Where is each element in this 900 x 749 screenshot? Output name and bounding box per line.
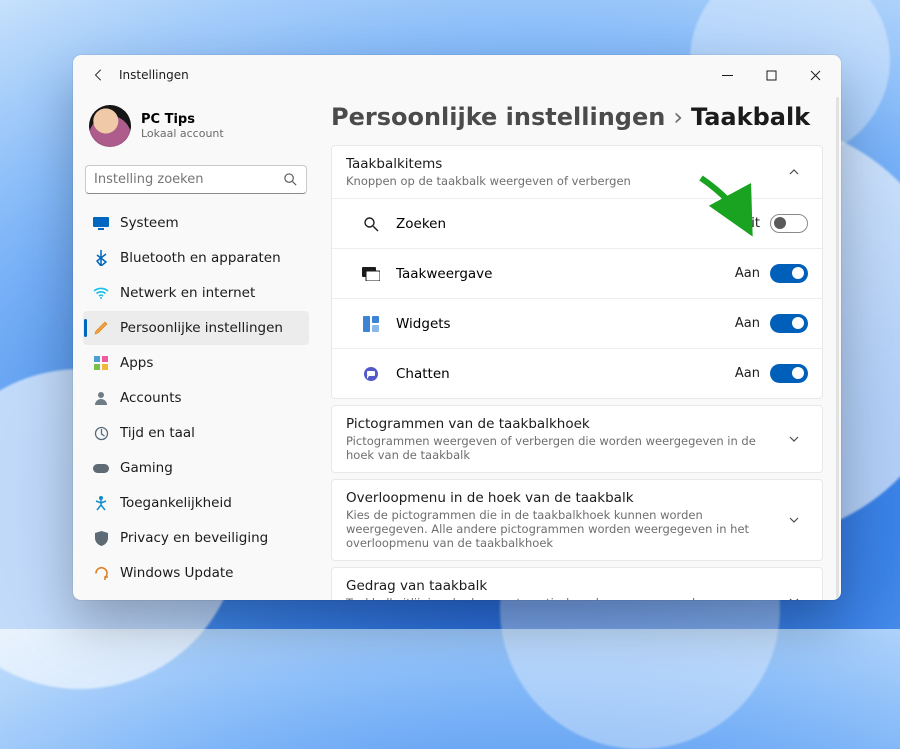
search-input-wrapper[interactable] [85,165,307,194]
minimize-button[interactable] [705,59,749,91]
gamepad-icon [93,460,109,476]
sidebar-item-label: Toegankelijkheid [120,495,232,511]
breadcrumb-current: Taakbalk [691,103,810,131]
row-taskview: Taakweergave Aan [332,248,822,298]
sidebar-item-accounts[interactable]: Accounts [83,381,309,415]
sidebar-item-apps[interactable]: Apps [83,346,309,380]
sidebar-item-label: Bluetooth en apparaten [120,250,281,266]
arrow-left-icon [92,68,106,82]
main-panel: Persoonlijke instellingen › Taakbalk Taa… [319,95,841,600]
search-icon [283,172,298,187]
sidebar-item-label: Persoonlijke instellingen [120,320,283,336]
clock-globe-icon [93,425,109,441]
toggle-state: Uit [742,216,760,231]
sidebar-item-label: Gaming [120,460,173,476]
row-chat: Chatten Aan [332,348,822,398]
sidebar-item-label: Netwerk en internet [120,285,255,301]
sidebar-item-network[interactable]: Netwerk en internet [83,276,309,310]
sidebar-item-bluetooth[interactable]: Bluetooth en apparaten [83,241,309,275]
settings-window: Instellingen PC Tips Lokaal account [73,55,841,600]
section-title: Taakbalkitems [346,156,780,172]
chat-icon [360,366,382,382]
maximize-button[interactable] [749,59,793,91]
section-subtitle: Kies de pictogrammen die in de taakbalkh… [346,508,780,550]
section-title: Pictogrammen van de taakbalkhoek [346,416,780,432]
display-icon [93,215,109,231]
toggle-state: Aan [735,266,760,281]
row-widgets: Widgets Aan [332,298,822,348]
toggle-taskview[interactable] [770,264,808,283]
sidebar-item-windows-update[interactable]: Windows Update [83,556,309,590]
chevron-down-icon [780,514,808,526]
section-title: Gedrag van taakbalk [346,578,780,594]
toggle-state: Aan [735,366,760,381]
accessibility-icon [93,495,109,511]
sidebar-item-system[interactable]: Systeem [83,206,309,240]
row-label: Widgets [396,316,735,332]
sidebar-item-label: Accounts [120,390,182,406]
row-label: Taakweergave [396,266,735,282]
scrollbar[interactable] [836,97,839,598]
section-subtitle: Pictogrammen weergeven of verbergen die … [346,434,780,462]
apps-icon [93,355,109,371]
chevron-down-icon [780,595,808,600]
sidebar-item-accessibility[interactable]: Toegankelijkheid [83,486,309,520]
toggle-state: Aan [735,316,760,331]
chevron-down-icon [780,433,808,445]
row-label: Zoeken [396,216,742,232]
toggle-widgets[interactable] [770,314,808,333]
close-button[interactable] [793,59,837,91]
sidebar-item-personalization[interactable]: Persoonlijke instellingen [83,311,309,345]
sidebar-item-gaming[interactable]: Gaming [83,451,309,485]
section-taskbar-items: Taakbalkitems Knoppen op de taakbalk wee… [331,145,823,399]
window-title: Instellingen [119,68,189,82]
section-header[interactable]: Taakbalkitems Knoppen op de taakbalk wee… [332,146,822,198]
profile-subtitle: Lokaal account [141,127,224,140]
back-button[interactable] [85,61,113,89]
breadcrumb: Persoonlijke instellingen › Taakbalk [323,99,827,145]
sidebar-item-privacy[interactable]: Privacy en beveiliging [83,521,309,555]
paintbrush-icon [93,320,109,336]
section-overflow-menu[interactable]: Overloopmenu in de hoek van de taakbalk … [331,479,823,561]
taskview-icon [360,267,382,281]
window-controls [705,59,837,91]
content-area: PC Tips Lokaal account Systeem Bluetooth… [73,95,841,600]
update-icon [93,565,109,581]
sidebar-item-label: Privacy en beveiliging [120,530,268,546]
toggle-chat[interactable] [770,364,808,383]
sidebar-item-label: Windows Update [120,565,233,581]
sidebar: PC Tips Lokaal account Systeem Bluetooth… [73,95,319,600]
row-search: Zoeken Uit [332,198,822,248]
sidebar-item-label: Apps [120,355,153,371]
section-title: Overloopmenu in de hoek van de taakbalk [346,490,780,506]
chevron-right-icon: › [673,103,683,131]
sidebar-item-time-language[interactable]: Tijd en taal [83,416,309,450]
section-subtitle: Taakbalkuitlijning, badges, automatisch … [346,596,780,600]
sidebar-item-label: Systeem [120,215,179,231]
toggle-search[interactable] [770,214,808,233]
breadcrumb-parent[interactable]: Persoonlijke instellingen [331,103,665,131]
sidebar-item-label: Tijd en taal [120,425,195,441]
person-icon [93,390,109,406]
widgets-icon [360,316,382,332]
wifi-icon [93,285,109,301]
chevron-up-icon [780,166,808,178]
shield-icon [93,530,109,546]
section-taskbar-behavior[interactable]: Gedrag van taakbalk Taakbalkuitlijning, … [331,567,823,600]
titlebar: Instellingen [73,55,841,95]
row-label: Chatten [396,366,735,382]
profile-block[interactable]: PC Tips Lokaal account [83,101,309,157]
section-corner-icons[interactable]: Pictogrammen van de taakbalkhoek Pictogr… [331,405,823,473]
nav-list: Systeem Bluetooth en apparaten Netwerk e… [83,206,309,590]
profile-name: PC Tips [141,112,224,127]
avatar [89,105,131,147]
search-input[interactable] [94,172,283,187]
search-icon [360,216,382,232]
bluetooth-icon [93,250,109,266]
section-subtitle: Knoppen op de taakbalk weergeven of verb… [346,174,780,188]
